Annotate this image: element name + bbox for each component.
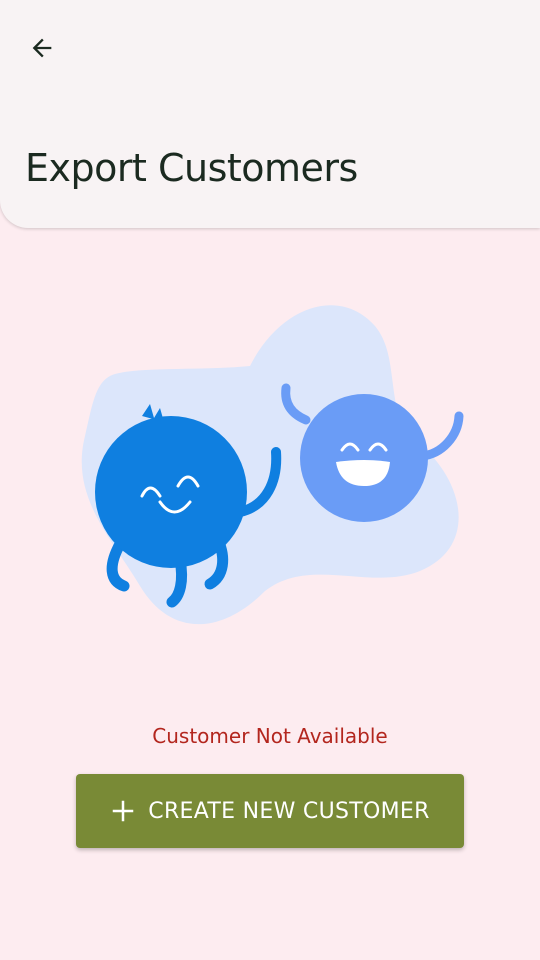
arrow-left-icon (32, 38, 52, 58)
empty-state-illustration (81, 305, 464, 625)
page-title: Export Customers (25, 146, 358, 190)
create-new-customer-button[interactable]: CREATE NEW CUSTOMER (76, 774, 464, 848)
light-character-right-arm (417, 411, 464, 461)
top-app-bar: Export Customers (0, 0, 540, 228)
empty-state-message: Customer Not Available (152, 724, 388, 748)
create-new-customer-label: CREATE NEW CUSTOMER (148, 798, 430, 824)
light-character-body (300, 394, 428, 522)
back-button[interactable] (18, 24, 66, 72)
plus-icon (110, 798, 136, 824)
dark-character-left-leg (106, 538, 130, 592)
dark-character-body (95, 416, 247, 568)
